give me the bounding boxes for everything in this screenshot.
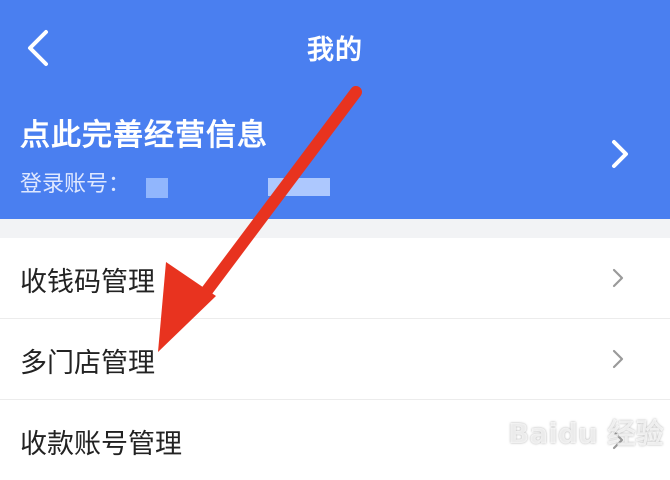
menu-item-label: 收款账号管理: [20, 429, 182, 460]
chevron-right-icon: [612, 140, 628, 168]
page-title: 我的: [307, 35, 363, 66]
profile-card[interactable]: 点此完善经营信息 登录账号：: [0, 100, 670, 210]
top-header: 我的 点此完善经营信息 登录账号：: [0, 0, 670, 219]
menu-item-label: 收钱码管理: [20, 267, 155, 298]
chevron-right-icon: [612, 268, 624, 288]
menu-item-label: 多门店管理: [20, 348, 155, 379]
redacted-account-part: [268, 178, 330, 196]
menu-item-multi-store[interactable]: 多门店管理: [0, 319, 670, 400]
menu-item-payment-code[interactable]: 收钱码管理: [0, 238, 670, 319]
baidu-watermark: Baidu 经验: [508, 417, 664, 450]
chevron-right-icon: [612, 349, 624, 369]
profile-name: 点此完善经营信息: [20, 118, 268, 153]
account-label: 登录账号：: [20, 172, 131, 197]
redacted-account-part: [146, 178, 168, 198]
